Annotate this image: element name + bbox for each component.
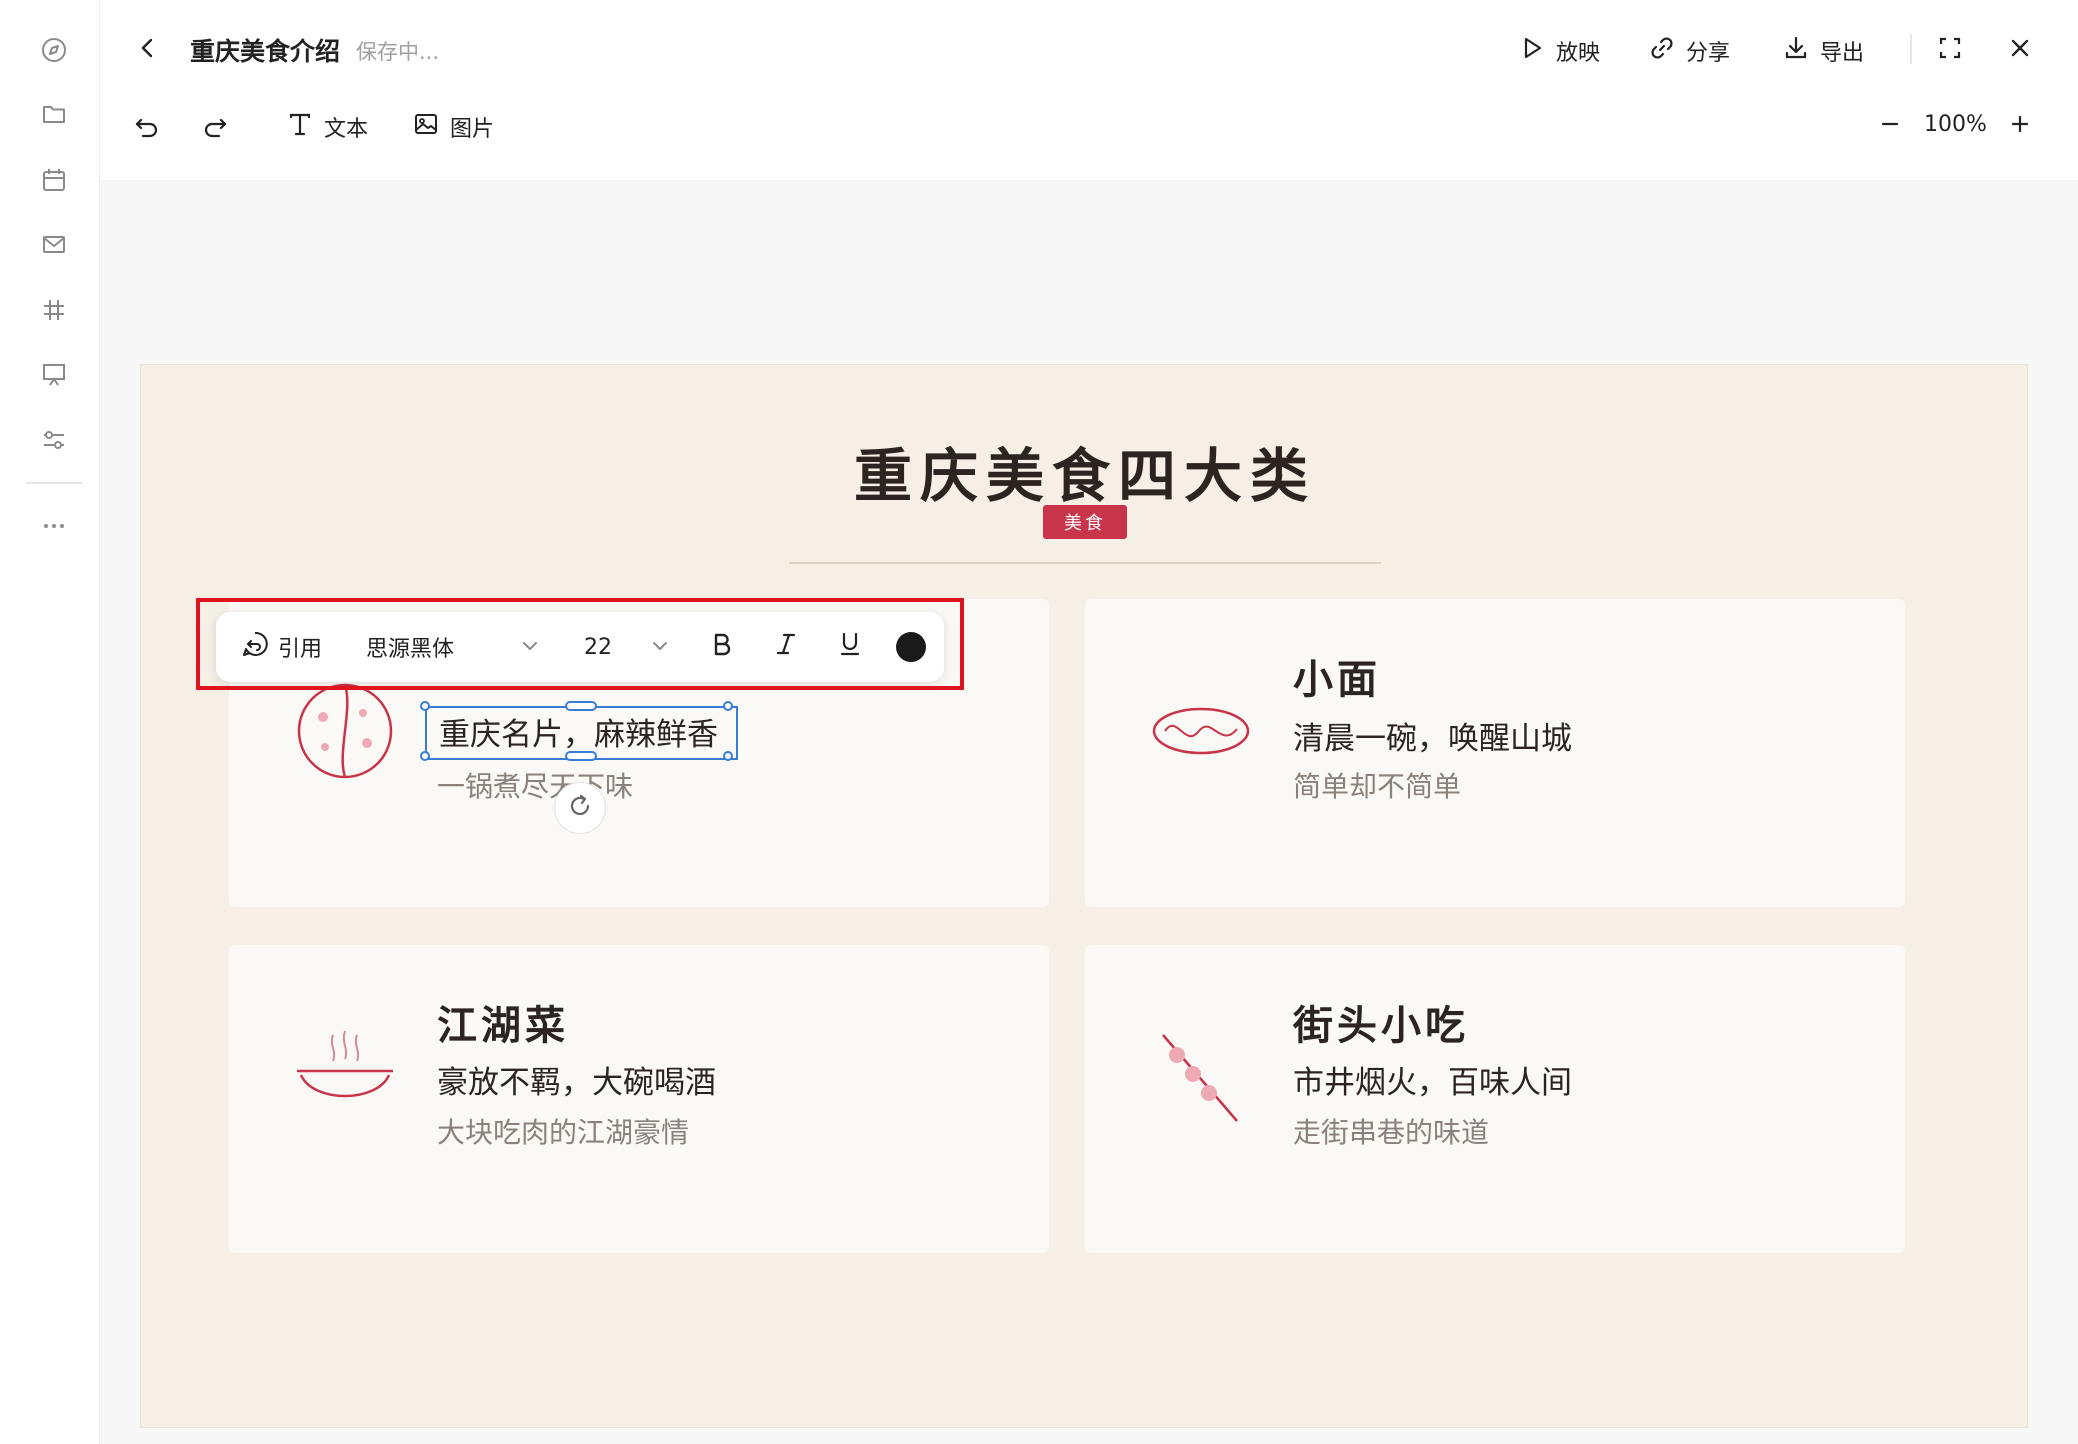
text-icon (286, 110, 314, 144)
card-jianghu-cuisine[interactable]: 江湖菜 豪放不羁，大碗喝酒 大块吃肉的江湖豪情 (229, 945, 1049, 1253)
folder-icon[interactable] (34, 94, 74, 134)
play-icon (1518, 34, 1546, 68)
slide-badge[interactable]: 美食 (1043, 505, 1127, 539)
share-label: 分享 (1686, 41, 1731, 66)
card-description[interactable]: 走街串巷的味道 (1293, 1111, 1489, 1151)
calendar-icon[interactable] (34, 160, 74, 200)
slide[interactable]: 重庆美食四大类 美食 重庆名片，麻辣鲜香 一锅煮尽天下味 小面 清晨一碗，唤醒山… (140, 364, 2028, 1428)
link-icon (1648, 34, 1676, 68)
resize-handle-bottom-right[interactable] (723, 751, 733, 761)
slide-title[interactable]: 重庆美食四大类 (141, 429, 2029, 513)
export-button[interactable]: 导出 (1782, 34, 1864, 68)
close-button[interactable] (2006, 34, 2034, 68)
back-button[interactable] (134, 34, 162, 68)
close-icon (2006, 34, 2034, 68)
title-divider (789, 562, 1381, 564)
mail-icon[interactable] (34, 224, 74, 264)
document-title[interactable]: 重庆美食介绍 (190, 32, 340, 68)
minus-icon (1876, 110, 1904, 144)
present-label: 放映 (1556, 41, 1601, 66)
steaming-bowl-icon (297, 1030, 393, 1098)
format-toolbar-highlight (196, 598, 964, 690)
card-subtitle[interactable]: 豪放不羁，大碗喝酒 (437, 1057, 716, 1102)
insert-image-label: 图片 (450, 117, 495, 142)
card-description[interactable]: 大块吃肉的江湖豪情 (437, 1111, 689, 1151)
image-icon (412, 110, 440, 144)
zoom-level[interactable]: 100% (1924, 112, 1987, 137)
present-button[interactable]: 放映 (1518, 34, 1600, 68)
sidebar-divider (26, 482, 82, 484)
share-button[interactable]: 分享 (1648, 34, 1730, 68)
skewer-icon (1162, 1034, 1238, 1122)
card-title[interactable]: 小面 (1293, 647, 1381, 705)
undo-button[interactable] (132, 112, 162, 148)
presentation-icon[interactable] (34, 354, 74, 394)
save-status: 保存中... (356, 40, 440, 64)
card-description[interactable]: 简单却不简单 (1293, 765, 1461, 805)
resize-handle-bottom[interactable] (565, 751, 597, 761)
resize-handle-top-left[interactable] (420, 701, 430, 711)
resize-handle-top[interactable] (565, 701, 597, 711)
card-subtitle[interactable]: 市井烟火，百味人间 (1293, 1057, 1572, 1102)
zoom-out-button[interactable] (1876, 110, 1904, 144)
resize-handle-top-right[interactable] (723, 701, 733, 711)
header-separator (1910, 34, 1912, 64)
card-subtitle[interactable]: 清晨一碗，唤醒山城 (1293, 713, 1572, 758)
sliders-icon[interactable] (34, 420, 74, 460)
compass-icon[interactable] (34, 30, 74, 70)
insert-image-button[interactable]: 图片 (412, 110, 494, 144)
noodle-bowl-icon (1152, 707, 1250, 755)
fullscreen-icon (1936, 34, 1964, 68)
hotpot-icon (297, 683, 393, 779)
rotate-icon (565, 791, 595, 825)
rotate-handle[interactable] (554, 782, 606, 834)
more-icon[interactable] (34, 506, 74, 546)
zoom-in-button[interactable] (2006, 110, 2034, 144)
redo-icon (200, 112, 230, 148)
resize-handle-bottom-left[interactable] (420, 751, 430, 761)
undo-icon (132, 112, 162, 148)
card-title[interactable]: 江湖菜 (437, 993, 569, 1051)
card-street-snacks[interactable]: 街头小吃 市井烟火，百味人间 走街串巷的味道 (1085, 945, 1905, 1253)
chevron-left-icon (134, 34, 162, 68)
fullscreen-button[interactable] (1936, 34, 1964, 68)
download-icon (1782, 34, 1810, 68)
plus-icon (2006, 110, 2034, 144)
export-label: 导出 (1820, 41, 1865, 66)
card-noodles[interactable]: 小面 清晨一碗，唤醒山城 简单却不简单 (1085, 599, 1905, 907)
card-title[interactable]: 街头小吃 (1293, 993, 1469, 1051)
insert-text-label: 文本 (324, 117, 369, 142)
left-sidebar (0, 0, 100, 1444)
hash-frame-icon[interactable] (34, 290, 74, 330)
redo-button[interactable] (200, 112, 230, 148)
insert-text-button[interactable]: 文本 (286, 110, 368, 144)
